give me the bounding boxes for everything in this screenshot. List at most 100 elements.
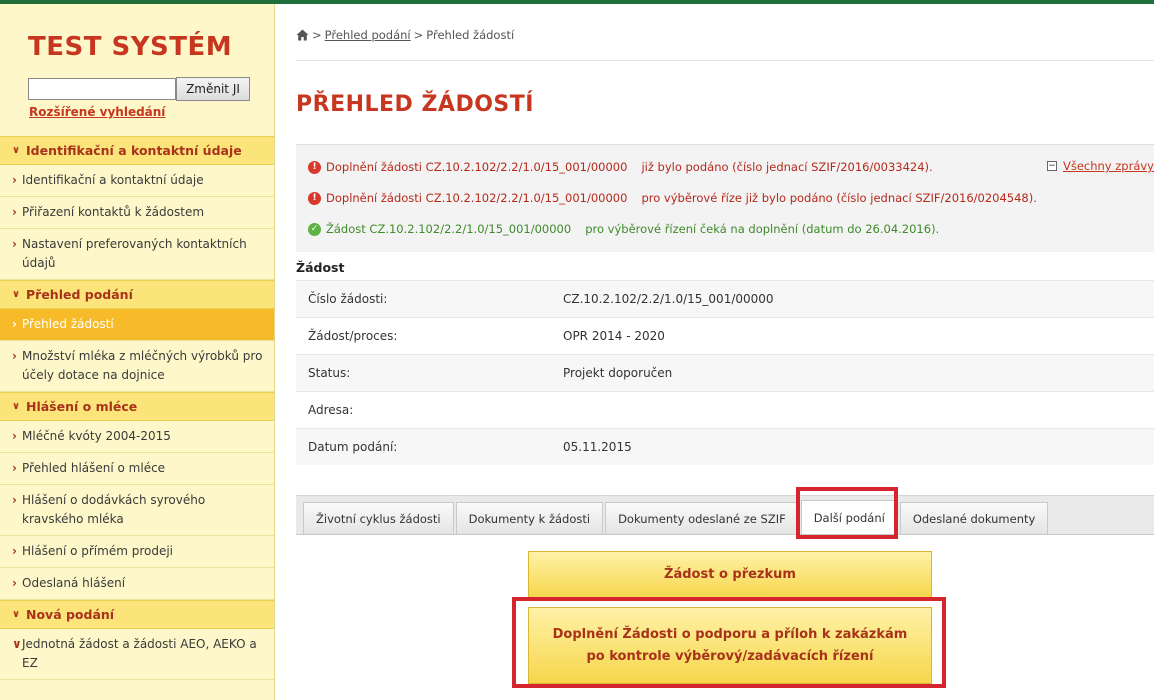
home-icon[interactable] [296,29,309,41]
change-ji-button[interactable]: Změnit JI [176,77,250,101]
table-row: Číslo žádosti: CZ.10.2.102/2.2/1.0/15_00… [296,280,1154,317]
sidebar-item-applications-overview[interactable]: › Přehled žádostí [0,309,274,341]
highlight-frame-tab [796,487,898,539]
detail-value: CZ.10.2.102/2.2/1.0/15_001/00000 [563,292,774,306]
check-icon: ✓ [308,222,321,236]
chevron-down-icon: ∨ [12,145,21,156]
chevron-right-icon: › [12,349,17,363]
chevron-down-icon: ∨ [12,289,21,300]
sidebar-item-label: Identifikační a kontaktní údaje [22,173,204,187]
detail-key: Číslo žádosti: [308,292,388,306]
detail-value: Projekt doporučen [563,366,673,380]
page-title: PŘEHLED ŽÁDOSTÍ [296,92,534,117]
menu-section-identification[interactable]: ∨ Identifikační a kontaktní údaje [0,136,274,165]
chevron-right-icon: › [12,576,17,590]
sidebar-item-label: Odeslaná hlášení [22,576,126,590]
sidebar-item-contact-assignment[interactable]: › Přiřazení kontaktů k žádostem [0,197,274,229]
menu-section-label: Nová podání [26,607,115,622]
menu-section-new-submissions[interactable]: ∨ Nová podání [0,600,274,629]
sidebar-item-label: Hlášení o přímém prodeji [22,544,174,558]
sidebar-item-milk-report-overview[interactable]: › Přehled hlášení o mléce [0,453,274,485]
messages-panel: ! Doplnění žádosti CZ.10.2.102/2.2/1.0/1… [296,144,1154,252]
breadcrumb: > Přehled podání > Přehled žádostí [296,28,514,42]
collapse-icon[interactable]: − [1046,161,1057,171]
sidebar-item-milk-quantity[interactable]: › Množství mléka z mléčných výrobků pro … [0,341,274,392]
detail-value: OPR 2014 - 2020 [563,329,665,343]
message-text: pro výběrové řízení čeká na doplnění (da… [585,222,940,236]
message-error: ! Doplnění žádosti CZ.10.2.102/2.2/1.0/1… [308,191,1037,205]
sidebar-item-label: Přehled žádostí [22,317,114,331]
tab-lifecycle[interactable]: Životní cyklus žádosti [303,502,454,534]
chevron-right-icon: › [12,544,17,558]
sidebar-item-milk-quotas[interactable]: › Mléčné kvóty 2004-2015 [0,421,274,453]
sidebar-menu: ∨ Identifikační a kontaktní údaje › Iden… [0,136,274,680]
chevron-right-icon: › [12,173,17,187]
all-messages-link[interactable]: Všechny zprávy [1063,159,1154,173]
tab-documents[interactable]: Dokumenty k žádosti [455,502,604,534]
message-text: Doplnění žádosti CZ.10.2.102/2.2/1.0/15_… [326,191,628,205]
sidebar-item-label: Hlášení o dodávkách syrového kravského m… [22,493,206,526]
breadcrumb-link-submissions[interactable]: Přehled podání [325,28,411,42]
message-text: Žádost CZ.10.2.102/2.2/1.0/15_001/00000 [326,222,572,236]
tab-bar: Životní cyklus žádosti Dokumenty k žádos… [296,495,1154,535]
search-input[interactable] [28,78,176,100]
chevron-right-icon: › [12,429,17,443]
breadcrumb-separator: > [413,28,424,42]
menu-section-label: Přehled podání [26,287,133,302]
sidebar-item-identification[interactable]: › Identifikační a kontaktní údaje [0,165,274,197]
all-messages-toggle[interactable]: − Všechny zprávy [1046,159,1154,173]
sidebar-item-label: Přiřazení kontaktů k žádostem [22,205,205,219]
sidebar-item-label: Nastavení preferovaných kontaktních údaj… [22,237,247,270]
menu-section-label: Hlášení o mléce [26,399,138,414]
sidebar-item-label: Mléčné kvóty 2004-2015 [22,429,171,443]
sidebar-item-label: Jednotná žádost a žádosti AEO, AEKO a EZ [22,637,257,670]
highlight-frame-button [512,597,946,688]
message-text: Doplnění žádosti CZ.10.2.102/2.2/1.0/15_… [326,160,628,174]
chevron-right-icon: › [12,461,17,475]
main-content: > Přehled podání > Přehled žádostí PŘEHL… [276,4,1154,700]
sidebar-item-preferred-contacts[interactable]: › Nastavení preferovaných kontaktních úd… [0,229,274,280]
divider [296,60,1154,61]
message-text: pro výběrové říze již bylo podáno (číslo… [641,191,1037,205]
table-row: Status: Projekt doporučen [296,354,1154,391]
table-row: Žádost/proces: OPR 2014 - 2020 [296,317,1154,354]
system-title: TEST SYSTÉM [28,32,233,62]
chevron-right-icon: › [12,237,17,251]
sidebar: TEST SYSTÉM Změnit JI Rozšířené vyhledán… [0,4,275,700]
table-row: Adresa: [296,391,1154,428]
menu-section-milk-reports[interactable]: ∨ Hlášení o mléce [0,392,274,421]
detail-key: Status: [308,366,351,380]
table-row: Datum podání: 05.11.2015 [296,428,1154,465]
sidebar-item-sent-reports[interactable]: › Odeslaná hlášení [0,568,274,600]
message-error: ! Doplnění žádosti CZ.10.2.102/2.2/1.0/1… [308,160,933,174]
detail-key: Adresa: [308,403,354,417]
chevron-right-icon: › [12,205,17,219]
chevron-right-icon: › [12,317,17,331]
error-icon: ! [308,191,321,205]
tab-documents-from-szif[interactable]: Dokumenty odeslané ze SZIF [605,502,799,534]
detail-key: Žádost/proces: [308,329,398,343]
breadcrumb-separator: > [312,28,322,42]
message-text: již bylo podáno (číslo jednací SZIF/2016… [641,160,933,174]
tab-sent-documents[interactable]: Odeslané dokumenty [899,502,1049,534]
review-request-button[interactable]: Žádost o přezkum [528,551,932,599]
chevron-down-icon: ∨ [12,609,21,620]
error-icon: ! [308,160,321,174]
detail-value: 05.11.2015 [563,440,632,454]
chevron-right-icon: › [12,493,17,507]
sidebar-item-direct-sales[interactable]: › Hlášení o přímém prodeji [0,536,274,568]
message-success: ✓ Žádost CZ.10.2.102/2.2/1.0/15_001/0000… [308,222,939,236]
menu-section-submissions[interactable]: ∨ Přehled podání [0,280,274,309]
detail-key: Datum podání: [308,440,398,454]
application-section-heading: Žádost [296,260,345,275]
breadcrumb-current: Přehled žádostí [426,28,515,42]
chevron-down-icon: ∨ [12,637,22,651]
sidebar-item-label: Množství mléka z mléčných výrobků pro úč… [22,349,263,382]
sidebar-item-raw-milk-deliveries[interactable]: › Hlášení o dodávkách syrového kravského… [0,485,274,536]
application-details-table: Číslo žádosti: CZ.10.2.102/2.2/1.0/15_00… [296,280,1154,465]
sidebar-item-single-application[interactable]: ∨ Jednotná žádost a žádosti AEO, AEKO a … [0,629,274,680]
chevron-down-icon: ∨ [12,401,21,412]
sidebar-item-label: Přehled hlášení o mléce [22,461,166,475]
advanced-search-link[interactable]: Rozšířené vyhledání [29,105,165,119]
menu-section-label: Identifikační a kontaktní údaje [26,143,242,158]
